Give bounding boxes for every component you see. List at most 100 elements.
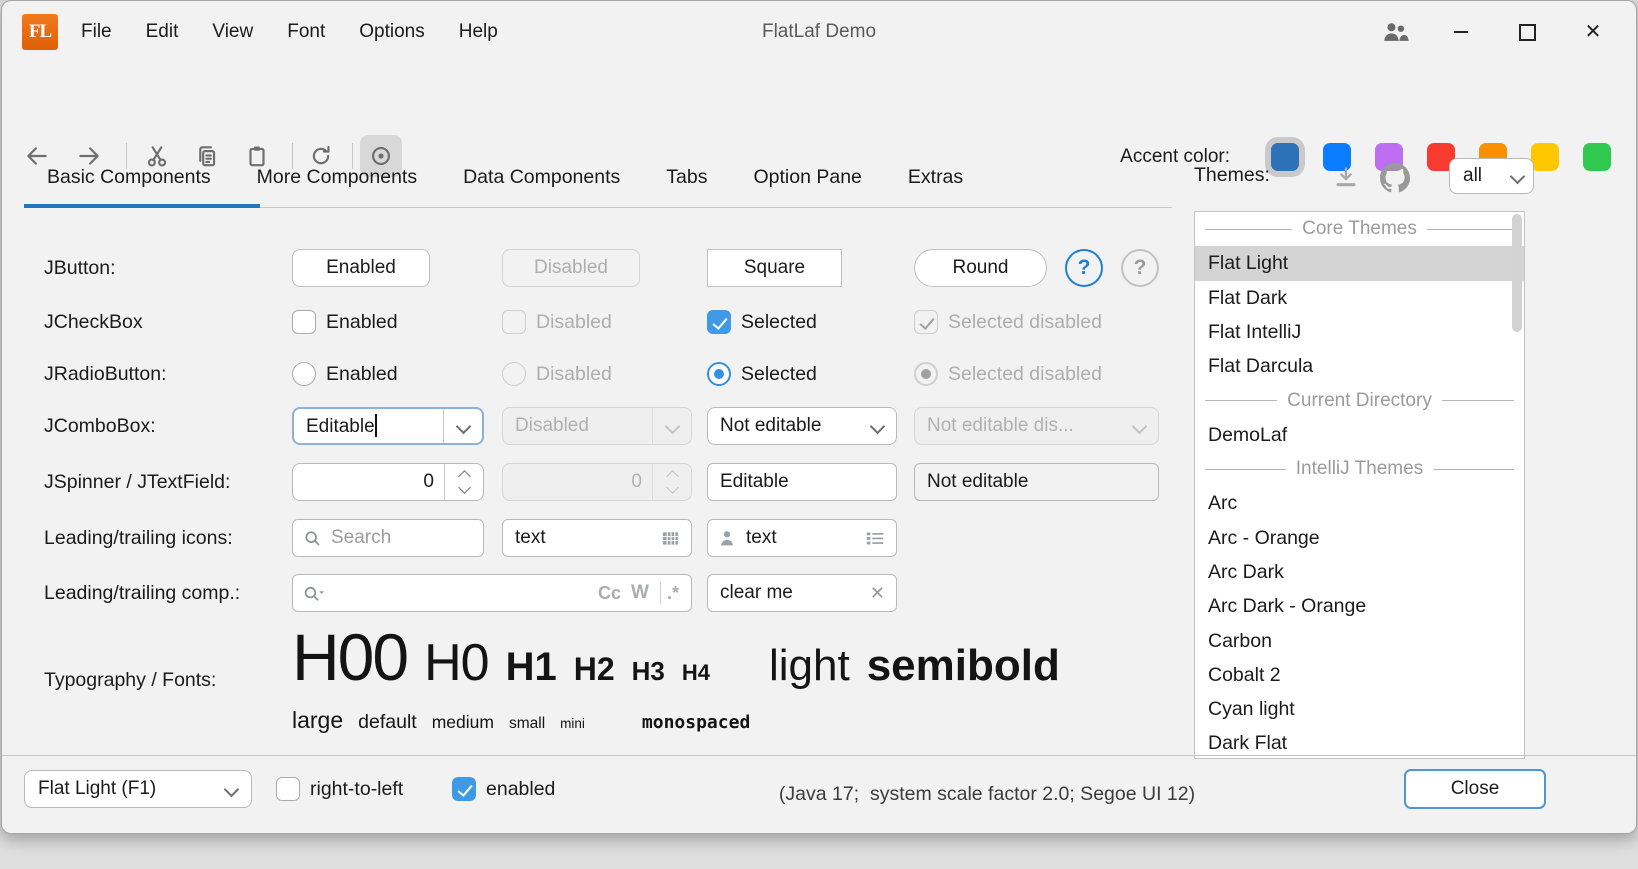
laf-combobox[interactable]: Flat Light (F1) [24,770,252,808]
radio-icon[interactable] [292,362,316,386]
window-title: FlatLaf Demo [762,1,876,63]
checkbox-icon [502,310,526,334]
theme-separator: Core Themes [1195,212,1524,246]
h3-sample: H3 [632,656,665,687]
search-with-dropdown-icon[interactable] [293,583,326,604]
tab-option-pane[interactable]: Option Pane [730,151,884,203]
square-button[interactable]: Square [707,249,842,287]
monospaced-sample: monospaced [642,712,750,733]
jspinner-label: JSpinner / JTextField: [44,463,230,501]
enabled-button[interactable]: Enabled [292,249,430,287]
not-editable-textfield: Not editable [914,463,1159,501]
not-editable-combobox[interactable]: Not editable [707,407,897,445]
spinner-up-down-icons [653,464,691,500]
theme-list-item-cyan-light[interactable]: Cyan light [1195,692,1524,726]
checkbox-checked-icon [914,310,938,334]
table-icon[interactable] [660,528,691,548]
match-case-button[interactable]: Cc [593,583,626,604]
accent-swatch-blue-selected[interactable] [1271,143,1299,171]
right-to-left-checkbox[interactable]: right-to-left [276,777,403,801]
chevron-down-icon [1120,408,1158,444]
users-icon[interactable] [1372,9,1418,55]
laf-value: Flat Light (F1) [25,778,211,800]
accent-swatch-yellow[interactable] [1531,143,1559,171]
spinner-up-down-icons[interactable] [445,464,483,500]
disabled-button: Disabled [502,249,640,287]
tab-tabs[interactable]: Tabs [643,151,730,203]
whole-word-button[interactable]: W [626,582,654,604]
list-icon[interactable] [864,528,896,548]
accent-swatch-green[interactable] [1583,143,1611,171]
title-bar: FL File Edit View Font Options Help Flat… [2,1,1636,63]
menu-edit[interactable]: Edit [129,21,196,43]
minimize-button[interactable] [1438,9,1484,55]
menu-view[interactable]: View [195,21,270,43]
theme-filter-combobox[interactable]: all [1449,158,1534,194]
theme-list-item-carbon[interactable]: Carbon [1195,624,1524,658]
editable-textfield[interactable]: Editable [707,463,897,501]
help-button-blue[interactable]: ? [1065,249,1103,287]
radio-selected-icon[interactable] [707,362,731,386]
menu-bar: File Edit View Font Options Help [64,1,515,63]
editable-combobox[interactable]: Editable [292,407,484,445]
round-button[interactable]: Round [914,249,1047,287]
leading-trailing-comp-label: Leading/trailing comp.: [44,574,240,612]
spinner[interactable]: 0 [292,463,484,501]
h1-sample: H1 [506,645,557,690]
tab-more-components[interactable]: More Components [234,151,440,203]
menu-file[interactable]: File [64,21,129,43]
leading-trailing-icons-label: Leading/trailing icons: [44,519,233,557]
h0-sample: H0 [424,633,488,693]
checkbox-selected[interactable]: Selected [707,310,817,334]
checkbox-icon[interactable] [292,310,316,334]
not-editable-disabled-combobox: Not editable dis... [914,407,1159,445]
close-button[interactable]: Close [1404,769,1546,809]
jcheckbox-label: JCheckBox [44,310,143,334]
github-icon[interactable] [1380,163,1410,198]
menu-font[interactable]: Font [270,21,342,43]
radio-icon [502,362,526,386]
active-tab-underline [24,204,260,208]
mini-sample: mini [560,716,585,731]
clearable-text-field[interactable]: clear me ✕ [707,574,897,612]
typography-sizes: large default medium small mini monospac… [292,707,750,734]
tab-basic-components[interactable]: Basic Components [24,151,234,203]
search-icon [293,528,323,549]
spinner-disabled: 0 [502,463,692,501]
radio-selected[interactable]: Selected [707,362,817,386]
jradiobutton-label: JRadioButton: [44,362,167,386]
tab-data-components[interactable]: Data Components [440,151,643,203]
chevron-down-icon[interactable] [444,409,482,443]
clear-icon[interactable]: ✕ [870,583,896,604]
semibold-sample: semibold [867,641,1060,691]
checkbox-checked-icon[interactable] [452,777,476,801]
radio-selected-icon [914,362,938,386]
chevron-down-icon [653,408,691,444]
light-sample: light [769,641,850,691]
text-field-with-table-icon[interactable]: text [502,519,692,557]
tab-extras[interactable]: Extras [885,151,986,203]
jbutton-label: JButton: [44,249,116,287]
app-logo-icon: FL [22,14,58,50]
toolbar: Accent color: [2,63,1636,127]
text-field-with-user-and-list-icons[interactable]: text [707,519,897,557]
search-with-options-input[interactable]: Cc W .* [292,574,692,612]
enabled-checkbox[interactable]: enabled [452,777,555,801]
jcombobox-label: JComboBox: [44,407,156,445]
chevron-down-icon [1501,171,1533,182]
help-button-gray[interactable]: ? [1121,249,1159,287]
theme-list-item-cobalt-2[interactable]: Cobalt 2 [1195,658,1524,692]
checkbox-enabled[interactable]: Enabled [292,310,398,334]
regex-button[interactable]: .* [667,583,691,604]
user-icon [708,527,738,549]
maximize-button[interactable] [1504,9,1550,55]
chevron-down-icon[interactable] [858,408,896,444]
menu-options[interactable]: Options [342,21,441,43]
search-input[interactable]: Search [292,519,484,557]
menu-help[interactable]: Help [442,21,515,43]
download-theme-icon[interactable] [1332,163,1360,196]
checkbox-icon[interactable] [276,777,300,801]
close-window-button[interactable]: ✕ [1570,9,1616,55]
radio-enabled[interactable]: Enabled [292,362,398,386]
checkbox-checked-icon[interactable] [707,310,731,334]
